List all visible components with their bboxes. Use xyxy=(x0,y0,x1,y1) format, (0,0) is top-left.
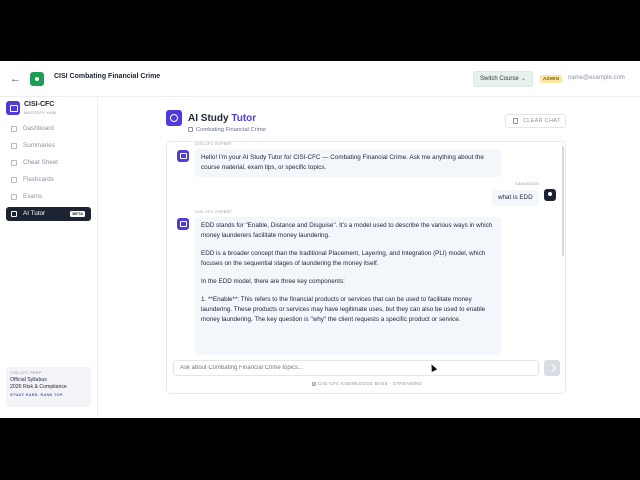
brand-logo-icon xyxy=(6,101,20,115)
tutor-icon xyxy=(166,110,182,126)
prep-year: 2026 Risk & Compliance xyxy=(10,383,67,390)
clear-chat-label: CLEAR CHAT xyxy=(523,118,561,124)
bot-avatar-icon xyxy=(177,150,189,162)
assistant-message: EDD stands for "Enable, Distance and Dis… xyxy=(195,217,501,355)
assistant-message: Hello! I'm your AI Study Tutor for CISI-… xyxy=(195,149,501,177)
brand-subtitle: MASTERY HUB xyxy=(24,110,57,115)
chat-icon xyxy=(11,211,17,217)
page-title-accent: Tutor xyxy=(231,113,257,124)
role-badge: ADMIN xyxy=(540,75,563,83)
send-button[interactable] xyxy=(544,360,560,376)
database-icon xyxy=(311,381,316,386)
top-bar: ← CISI Combating Financial Crime Switch … xyxy=(0,61,640,97)
sidebar-item-summaries[interactable]: Summaries xyxy=(6,139,91,153)
sidebar: CISI-CFC MASTERY HUB Dashboard Summaries… xyxy=(0,97,98,418)
arrow-left-icon[interactable]: ← xyxy=(10,73,22,85)
sidebar-item-label: AI Tutor xyxy=(23,210,46,217)
trash-icon xyxy=(513,118,518,124)
app-title: CISI Combating Financial Crime xyxy=(54,73,161,80)
page-title-main: AI Study xyxy=(188,113,229,124)
bot-avatar-icon xyxy=(177,218,189,230)
list-icon xyxy=(11,160,17,166)
page-subtitle: Combating Financial Crime xyxy=(188,127,266,133)
cards-icon xyxy=(11,177,17,183)
sidebar-item-flashcards[interactable]: Flashcards xyxy=(6,173,91,187)
beta-badge: BETA xyxy=(70,211,85,217)
sidebar-item-ai-tutor[interactable]: AI Tutor BETA xyxy=(6,207,91,221)
switch-course-label: Switch Course xyxy=(480,76,519,82)
message-paragraph: EDD is a broader concept than the tradit… xyxy=(201,250,486,267)
sidebar-item-label: Summaries xyxy=(23,142,55,149)
prep-card: CISI-CFC PREP Official Syllabus 2026 Ris… xyxy=(6,367,91,407)
page-title: AI Study Tutor xyxy=(188,113,256,124)
sidebar-item-dashboard[interactable]: Dashboard xyxy=(6,122,91,136)
prep-syllabus: Official Syllabus xyxy=(10,376,47,383)
status-text: CISI-CFC KNOWLEDGE BASE · STREAMING xyxy=(317,381,423,386)
book-icon xyxy=(188,127,193,132)
grid-icon xyxy=(11,126,17,132)
sidebar-item-exams[interactable]: Exams xyxy=(6,190,91,204)
clear-chat-button[interactable]: CLEAR CHAT xyxy=(505,114,566,128)
chat-scrollbar[interactable] xyxy=(562,146,564,256)
brand-name: CISI-CFC xyxy=(24,101,55,108)
sidebar-item-label: Flashcards xyxy=(23,176,54,183)
message-paragraph: In the EDD model, there are three key co… xyxy=(201,278,345,285)
clipboard-icon xyxy=(11,194,17,200)
user-email[interactable]: name@example.com xyxy=(568,75,625,81)
app-window: ← CISI Combating Financial Crime Switch … xyxy=(0,61,640,418)
prep-tagline: STUDY HARD. RANK TOP. xyxy=(10,392,64,397)
chat-panel: CISI-CFC EXPERT Hello! I'm your AI Study… xyxy=(166,141,566,394)
message-label: CISI-CFC EXPERT xyxy=(195,142,233,146)
message-text: Hello! I'm your AI Study Tutor for CISI-… xyxy=(201,154,484,171)
switch-course-button[interactable]: Switch Course ⌄ xyxy=(473,71,533,87)
sidebar-item-label: Dashboard xyxy=(23,125,54,132)
user-avatar-icon xyxy=(544,189,556,201)
message-label: CISI-CFC EXPERT xyxy=(195,210,233,214)
message-label: CANDIDATE xyxy=(515,182,540,186)
chat-messages[interactable]: CISI-CFC EXPERT Hello! I'm your AI Study… xyxy=(167,142,565,355)
document-icon xyxy=(11,143,17,149)
message-text: what is EDD xyxy=(498,194,533,201)
app-logo xyxy=(30,72,44,86)
chevron-down-icon: ⌄ xyxy=(520,76,526,82)
message-paragraph: EDD stands for "Enable, Distance and Dis… xyxy=(201,222,493,239)
knowledge-base-status: CISI-CFC KNOWLEDGE BASE · STREAMING xyxy=(167,381,565,386)
message-paragraph: 1. **Enable**: This refers to the financ… xyxy=(201,296,486,323)
sidebar-item-label: Exams xyxy=(23,193,43,200)
chat-input[interactable] xyxy=(173,360,539,376)
sidebar-item-label: Cheat Sheet xyxy=(23,159,59,166)
prep-kicker: CISI-CFC PREP xyxy=(10,371,42,375)
sidebar-item-cheat-sheet[interactable]: Cheat Sheet xyxy=(6,156,91,170)
user-message: what is EDD xyxy=(492,190,539,206)
course-name: Combating Financial Crime xyxy=(196,127,266,134)
